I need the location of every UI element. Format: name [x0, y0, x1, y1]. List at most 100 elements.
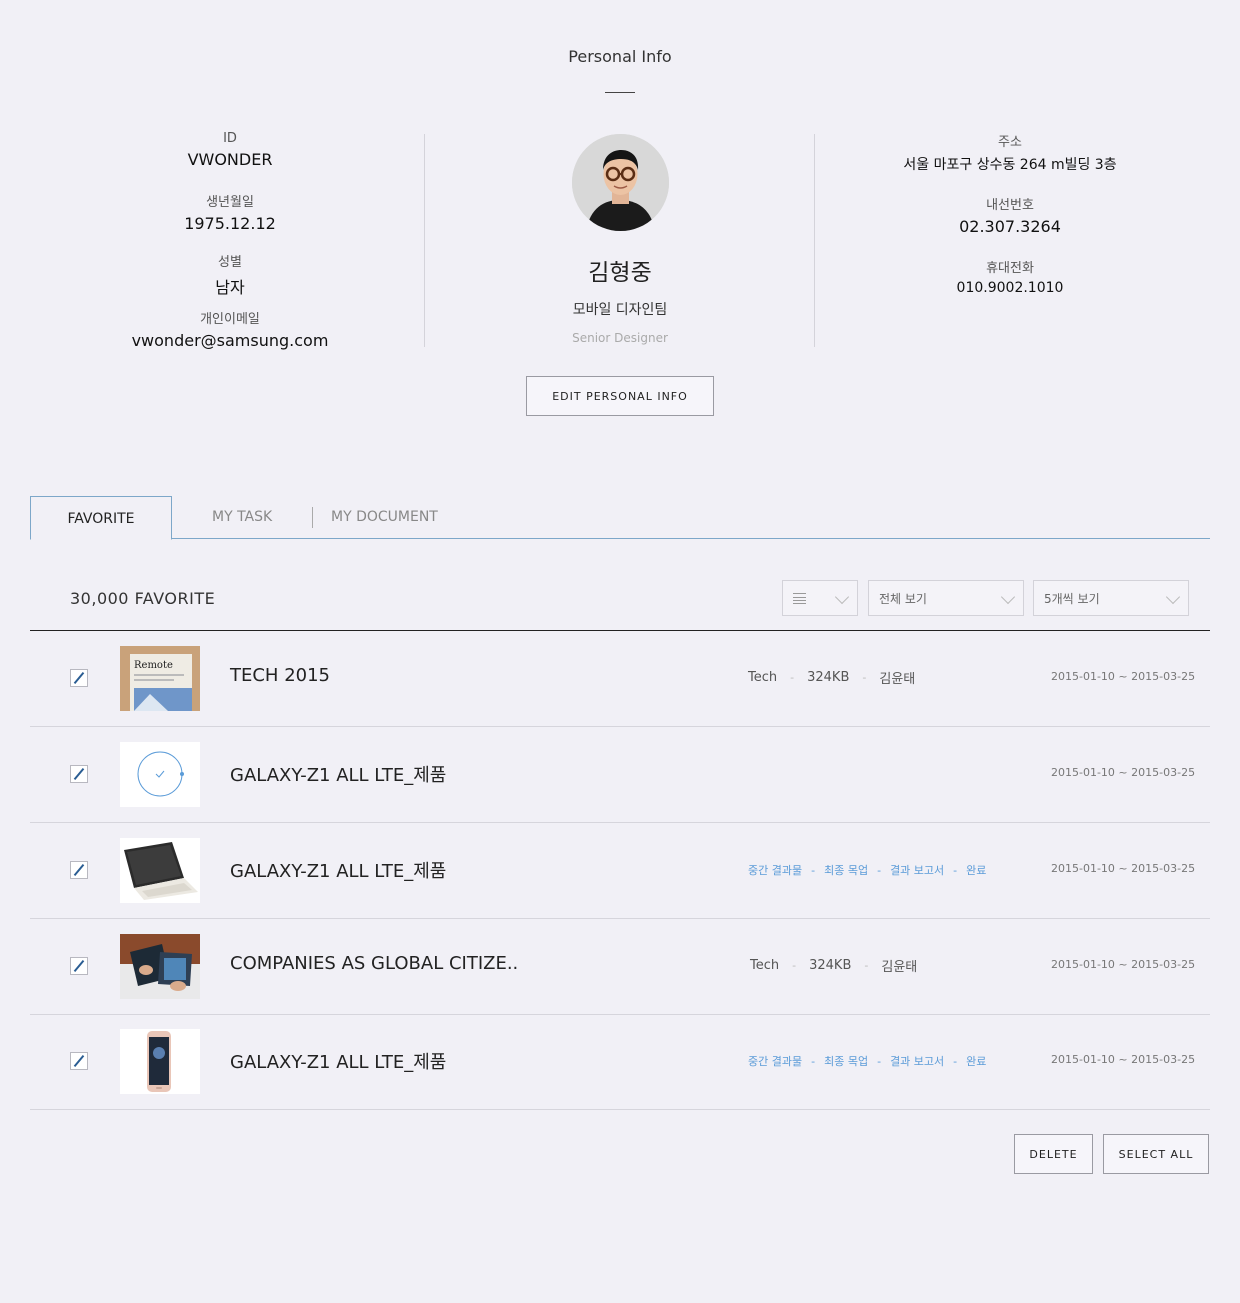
- avatar: [572, 134, 669, 231]
- list-item[interactable]: COMPANIES AS GLOBAL CITIZE.. Tech - 324K…: [30, 919, 1210, 1015]
- status-step[interactable]: 결과 보고서: [890, 1053, 944, 1069]
- status-step[interactable]: 최종 목업: [824, 1053, 868, 1069]
- select-all-button[interactable]: SELECT ALL: [1103, 1134, 1209, 1174]
- profile-left-column: ID VWONDER 생년월일 1975.12.12 성별 남자 개인이메일 v…: [60, 131, 400, 368]
- loading-circle-icon: [120, 742, 200, 807]
- field-address: 주소 서울 마포구 상수동 264 m빌딩 3층: [840, 131, 1180, 175]
- status-separator: -: [877, 863, 882, 877]
- list-item[interactable]: GALAXY-Z1 ALL LTE_제품 2015-01-10 ~ 2015-0…: [30, 727, 1210, 823]
- list-item[interactable]: GALAXY-Z1 ALL LTE_제품 중간 결과물 - 최종 목업 - 결과…: [30, 1015, 1210, 1110]
- field-gender: 성별 남자: [60, 251, 400, 297]
- favorite-count: 30,000 FAVORITE: [70, 589, 216, 608]
- field-extension: 내선번호 02.307.3264: [840, 194, 1180, 238]
- row-title[interactable]: TECH 2015: [230, 665, 330, 686]
- status-separator: -: [953, 863, 958, 877]
- row-date-range: 2015-01-10 ~ 2015-03-25: [1051, 670, 1196, 683]
- meta-size: 324KB: [807, 670, 850, 685]
- hands-tablet-thumbnail: [120, 934, 200, 999]
- list-view-icon: [793, 592, 806, 604]
- meta-category: Tech: [750, 958, 780, 973]
- chevron-down-icon: [1165, 589, 1181, 605]
- field-label: 내선번호: [986, 198, 1034, 213]
- row-title[interactable]: COMPANIES AS GLOBAL CITIZE..: [230, 953, 518, 974]
- field-label: 성별: [218, 255, 242, 270]
- page-size-select-value: 5개씩 보기: [1044, 591, 1100, 606]
- tab-my-task[interactable]: MY TASK: [212, 509, 272, 525]
- view-mode-select[interactable]: [782, 580, 858, 616]
- chevron-down-icon: [1000, 589, 1016, 605]
- row-date-range: 2015-01-10 ~ 2015-03-25: [1051, 862, 1196, 875]
- field-mobile: 휴대전화 010.9002.1010: [840, 257, 1180, 301]
- status-separator: -: [953, 1054, 958, 1068]
- profile-name: 김형중: [588, 260, 652, 286]
- field-value: vwonder@samsung.com: [131, 331, 329, 350]
- field-value: VWONDER: [187, 150, 273, 169]
- page-size-select[interactable]: 5개씩 보기: [1033, 580, 1189, 616]
- field-value: 02.307.3264: [959, 217, 1061, 236]
- row-status-steps: 중간 결과물 - 최종 목업 - 결과 보고서 - 완료: [748, 862, 986, 878]
- row-title[interactable]: GALAXY-Z1 ALL LTE_제품: [230, 761, 446, 787]
- meta-separator: -: [792, 959, 797, 972]
- loading-circle-thumbnail: [120, 742, 200, 807]
- tablet-keyboard-thumbnail: [120, 838, 200, 903]
- profile-position: Senior Designer: [572, 331, 668, 345]
- delete-button[interactable]: DELETE: [1014, 1134, 1093, 1174]
- scope-select[interactable]: 전체 보기: [868, 580, 1024, 616]
- edit-personal-info-button[interactable]: EDIT PERSONAL INFO: [526, 376, 714, 416]
- status-step[interactable]: 중간 결과물: [748, 1053, 802, 1069]
- row-title[interactable]: GALAXY-Z1 ALL LTE_제품: [230, 1048, 446, 1074]
- scope-select-value: 전체 보기: [879, 591, 927, 606]
- meta-author: 김윤태: [879, 672, 916, 687]
- meta-separator: -: [862, 671, 867, 684]
- tab-bar-line: [30, 538, 1210, 539]
- row-checkbox[interactable]: [70, 957, 88, 975]
- status-separator: -: [811, 863, 816, 877]
- field-birthdate: 생년월일 1975.12.12: [60, 191, 400, 234]
- field-value: 서울 마포구 상수동 264 m빌딩 3층: [903, 157, 1117, 173]
- status-step[interactable]: 결과 보고서: [890, 862, 944, 878]
- title-divider: [605, 92, 635, 93]
- row-checkbox[interactable]: [70, 669, 88, 687]
- field-label: 개인이메일: [200, 312, 260, 327]
- tab-favorite[interactable]: FAVORITE: [30, 496, 172, 540]
- status-step[interactable]: 완료: [966, 862, 986, 878]
- profile-right-column: 주소 서울 마포구 상수동 264 m빌딩 3층 내선번호 02.307.326…: [840, 131, 1180, 320]
- thumbnail-cover-text: Remote: [134, 660, 173, 671]
- field-value: 010.9002.1010: [956, 280, 1064, 296]
- field-label: 휴대전화: [986, 261, 1034, 276]
- row-date-range: 2015-01-10 ~ 2015-03-25: [1051, 1053, 1196, 1066]
- column-divider: [814, 134, 815, 347]
- meta-separator: -: [864, 959, 869, 972]
- field-label: ID: [223, 131, 237, 146]
- tab-separator: [312, 507, 313, 528]
- page-title: Personal Info: [568, 47, 672, 66]
- book-cover-thumbnail: Remote: [120, 646, 200, 711]
- status-step[interactable]: 최종 목업: [824, 862, 868, 878]
- status-step[interactable]: 중간 결과물: [748, 862, 802, 878]
- field-id: ID VWONDER: [60, 131, 400, 174]
- status-separator: -: [877, 1054, 882, 1068]
- meta-separator: -: [790, 671, 795, 684]
- field-email: 개인이메일 vwonder@samsung.com: [60, 308, 400, 351]
- field-value: 1975.12.12: [184, 214, 276, 233]
- status-step[interactable]: 완료: [966, 1053, 986, 1069]
- row-title[interactable]: GALAXY-Z1 ALL LTE_제품: [230, 857, 446, 883]
- chevron-down-icon: [834, 589, 850, 605]
- row-checkbox[interactable]: [70, 1052, 88, 1070]
- meta-author: 김윤태: [881, 960, 918, 975]
- field-label: 주소: [998, 135, 1022, 150]
- row-date-range: 2015-01-10 ~ 2015-03-25: [1051, 766, 1196, 779]
- row-checkbox[interactable]: [70, 765, 88, 783]
- profile-department: 모바일 디자인팀: [572, 302, 668, 318]
- meta-size: 324KB: [809, 958, 852, 973]
- list-item[interactable]: Remote TECH 2015 Tech - 324KB - 김윤태 2015…: [30, 631, 1210, 727]
- row-meta: Tech - 324KB - 김윤태: [748, 668, 915, 687]
- row-meta: Tech - 324KB - 김윤태: [750, 956, 917, 975]
- phone-thumbnail: [120, 1029, 200, 1094]
- meta-category: Tech: [748, 670, 778, 685]
- tab-my-document[interactable]: MY DOCUMENT: [331, 509, 438, 525]
- field-value: 남자: [215, 278, 245, 297]
- row-checkbox[interactable]: [70, 861, 88, 879]
- list-item[interactable]: GALAXY-Z1 ALL LTE_제품 중간 결과물 - 최종 목업 - 결과…: [30, 823, 1210, 919]
- row-date-range: 2015-01-10 ~ 2015-03-25: [1051, 958, 1196, 971]
